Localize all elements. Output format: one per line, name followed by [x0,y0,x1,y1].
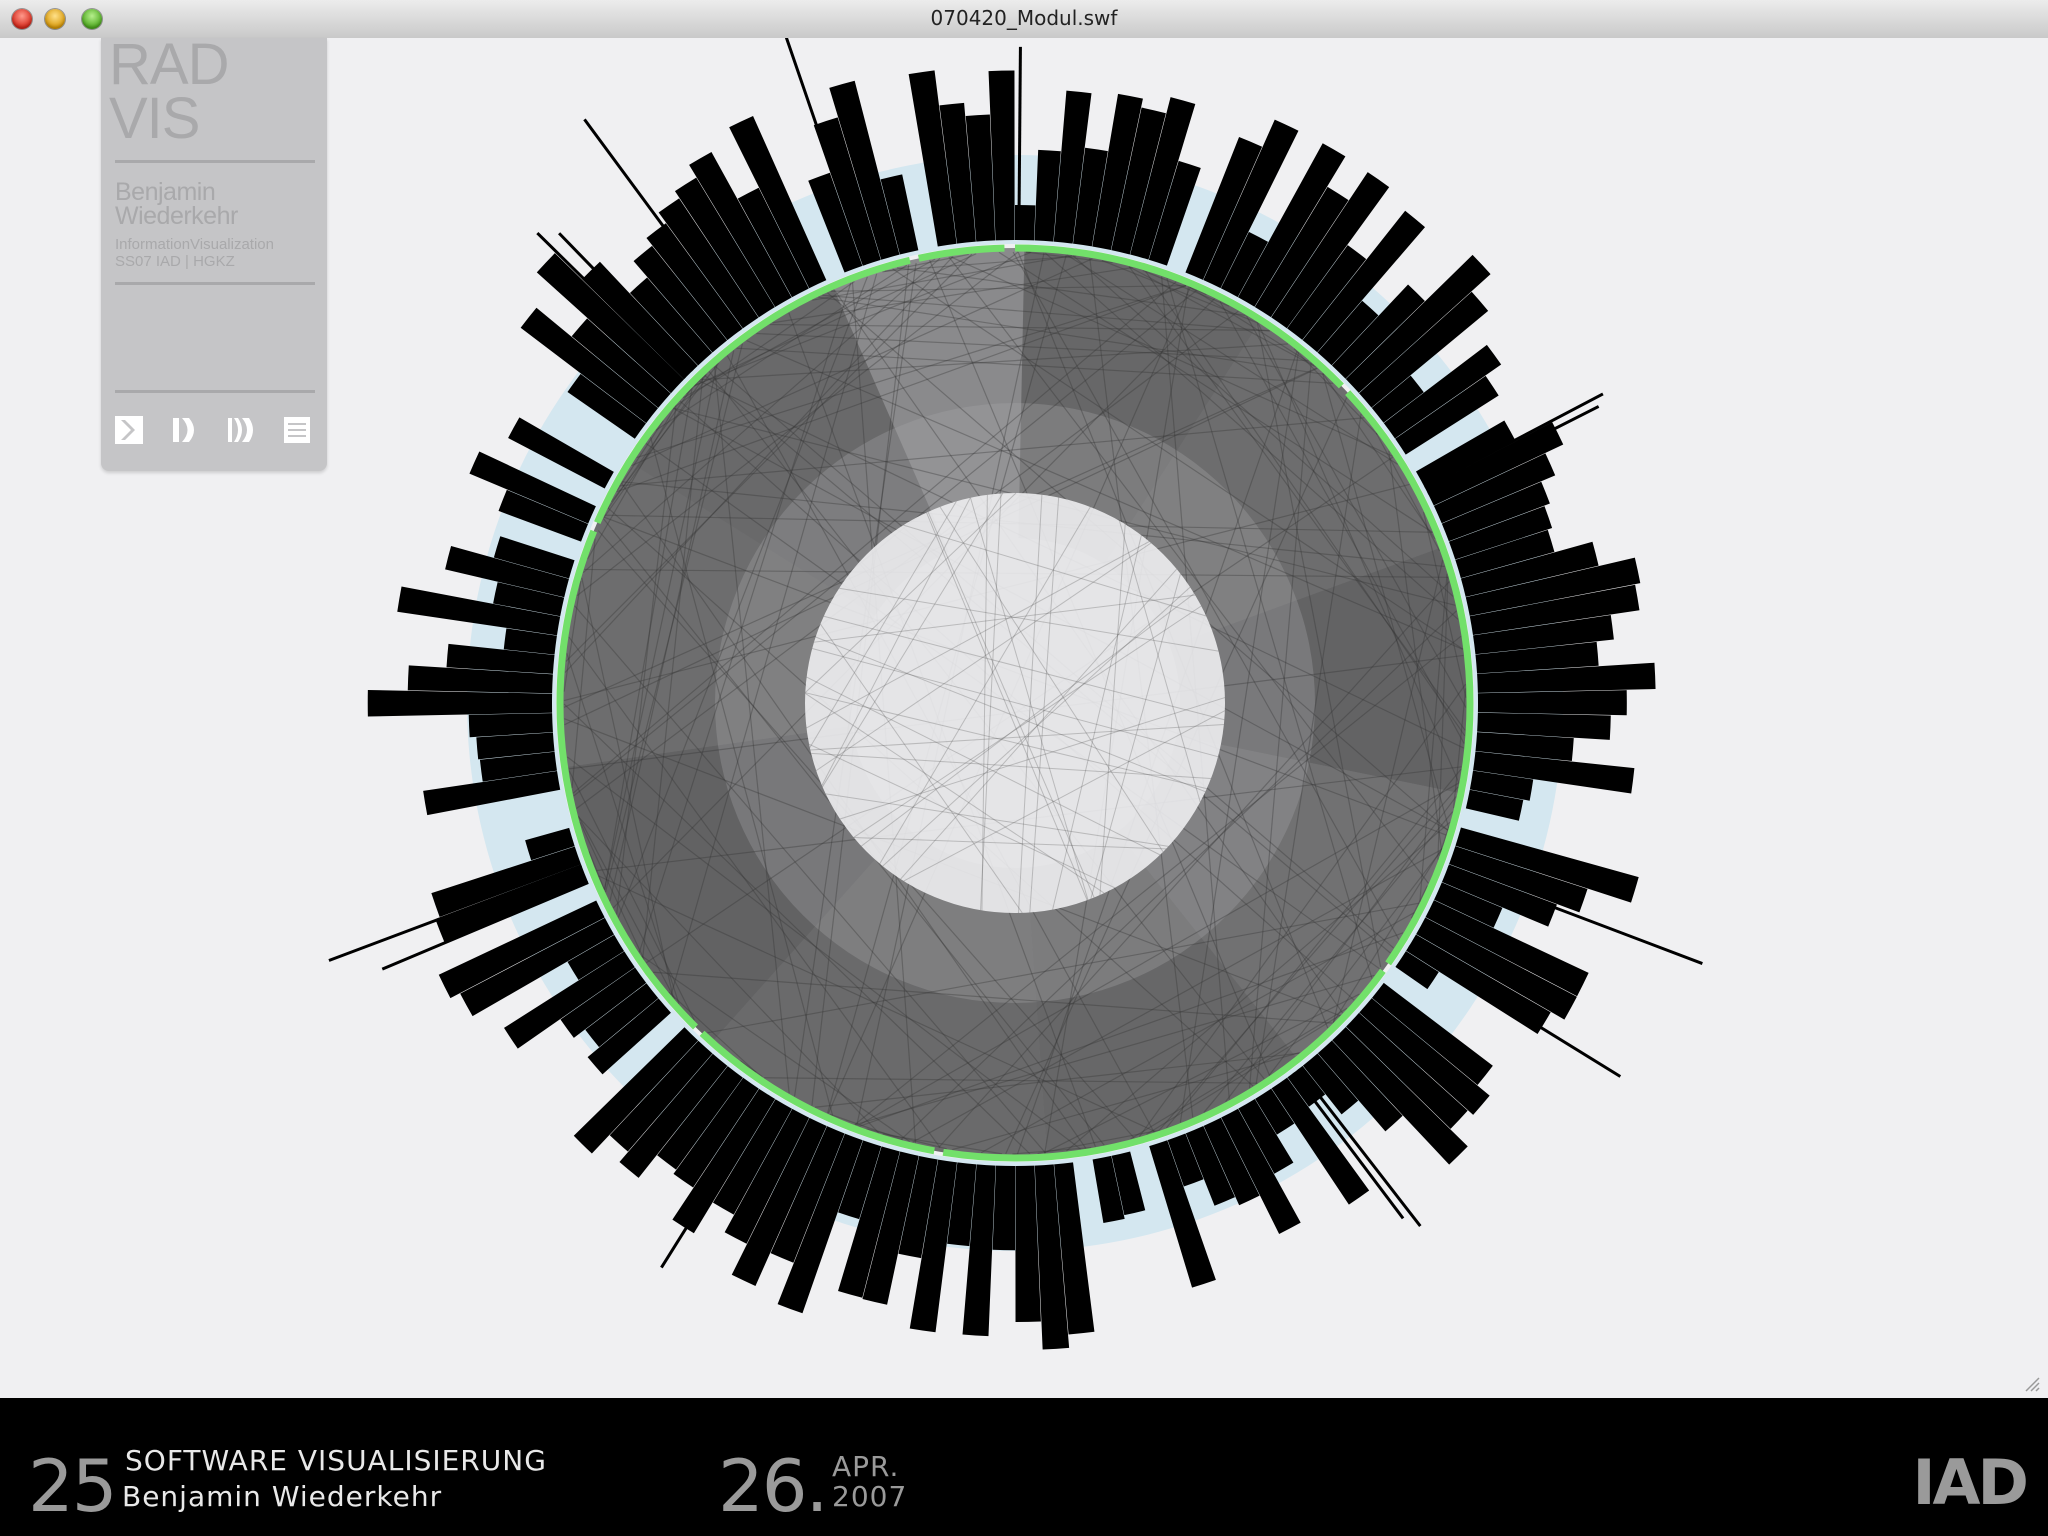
menu-icon [284,417,310,443]
panel-course: InformationVisualization SS07 IAD | HGKZ [115,236,274,270]
panel-divider [115,160,315,163]
panel-author: Benjamin Wiederkehr [115,178,238,230]
talk-day: 26. [718,1444,829,1528]
window-titlebar: 070420_Modul.swf [0,0,2048,39]
talk-number: 25 [28,1444,118,1528]
radvis-logo: RAD VIS [109,32,229,151]
menu-button[interactable] [283,416,311,444]
talk-author: Benjamin Wiederkehr [122,1480,443,1513]
author-last-name: Wiederkehr [115,202,238,230]
course-name: InformationVisualization [115,236,274,253]
play-button[interactable] [115,416,143,444]
talk-month: APR. [832,1450,900,1483]
iad-logo: IAD [1912,1446,2029,1519]
talk-title: SOFTWARE VISUALISIERUNG [125,1444,547,1477]
panel-divider [115,282,315,285]
presentation-footer: 25 SOFTWARE VISUALISIERUNG Benjamin Wied… [0,1398,2048,1536]
step-forward-icon [173,418,194,442]
flash-stage: RAD VIS Benjamin Wiederkehr InformationV… [0,32,2048,1398]
author-first-name: Benjamin [115,178,216,206]
logo-line-rad: RAD [109,32,229,97]
course-term: SS07 IAD | HGKZ [115,253,235,270]
fast-forward-icon [228,418,253,442]
control-panel: RAD VIS Benjamin Wiederkehr InformationV… [101,32,327,471]
radial-spike [1017,46,1022,241]
logo-line-vis: VIS [109,86,201,151]
radial-bar [367,689,553,717]
panel-divider [115,390,315,393]
window-title: 070420_Modul.swf [930,6,1118,30]
resize-grip-icon[interactable] [2022,1374,2040,1392]
fast-forward-button[interactable] [227,416,255,444]
radial-bar [992,1165,1015,1251]
play-icon [115,416,143,444]
step-forward-button[interactable] [171,416,199,444]
radial-bar [1477,690,1627,716]
talk-year: 2007 [832,1480,908,1513]
